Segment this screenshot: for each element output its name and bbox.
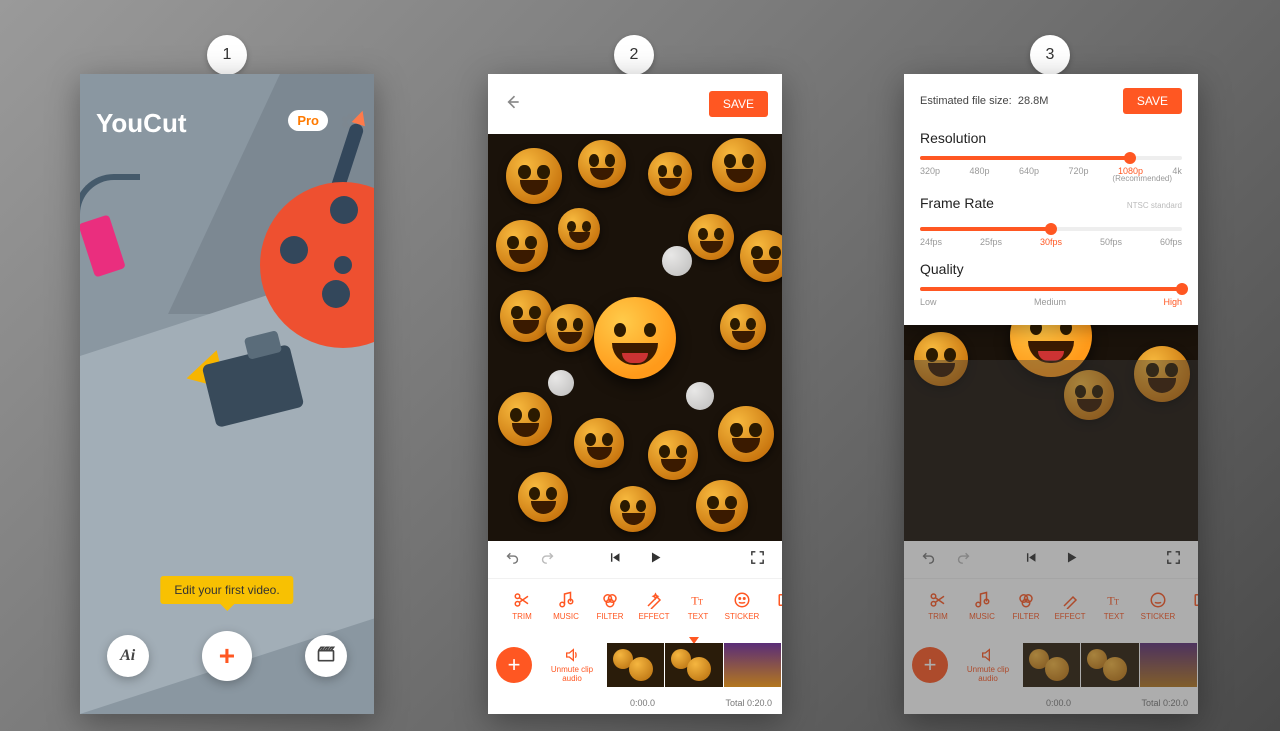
playback-controls xyxy=(488,541,782,578)
tool-filter[interactable]: FILTER xyxy=(588,591,632,621)
quality-slider[interactable] xyxy=(920,287,1182,291)
res-640p[interactable]: 640p xyxy=(1019,166,1039,176)
unmute-clip-button[interactable]: Unmute clip audio xyxy=(538,647,606,683)
timeline[interactable]: + Unmute clip audio xyxy=(488,632,782,698)
quality-low[interactable]: Low xyxy=(920,297,937,307)
quality-medium[interactable]: Medium xyxy=(1034,297,1066,307)
timeline-thumbnails[interactable] xyxy=(606,642,782,688)
fullscreen-icon[interactable] xyxy=(749,549,766,571)
home-illustration: YouCut Pro Edit your first video. Ai + xyxy=(80,74,374,714)
tool-music[interactable]: MUSIC xyxy=(544,591,588,621)
tool-text[interactable]: TTTEXT xyxy=(676,591,720,621)
step-badge-1: 1 xyxy=(207,35,247,75)
step-badge-1-label: 1 xyxy=(223,46,232,64)
fr-24[interactable]: 24fps xyxy=(920,237,942,247)
tool-trim-label: TRIM xyxy=(512,612,532,621)
framerate-slider[interactable] xyxy=(920,227,1182,231)
first-video-tooltip: Edit your first video. xyxy=(160,576,293,604)
modal-backdrop[interactable] xyxy=(904,360,1198,714)
timeline-thumb-1[interactable] xyxy=(607,643,664,687)
add-clip-button[interactable]: + xyxy=(496,647,532,683)
timeline-thumb-2[interactable] xyxy=(665,643,722,687)
tool-filter-label: FILTER xyxy=(597,612,624,621)
res-4k[interactable]: 4k xyxy=(1172,166,1182,176)
framerate-title: Frame Rate xyxy=(920,195,994,211)
step-badge-3-label: 3 xyxy=(1046,46,1055,64)
tool-text-label: TEXT xyxy=(688,612,708,621)
tool-trim[interactable]: TRIM xyxy=(500,591,544,621)
plus-icon: + xyxy=(508,652,521,678)
framerate-slider-handle[interactable] xyxy=(1045,223,1057,235)
step-badge-2: 2 xyxy=(614,35,654,75)
fr-60[interactable]: 60fps xyxy=(1160,237,1182,247)
step-badge-2-label: 2 xyxy=(630,46,639,64)
estimated-size-label: Estimated file size: xyxy=(920,95,1012,107)
timeline-labels: 0:00.0 Total 0:20.0 xyxy=(488,698,782,714)
new-project-button[interactable]: + xyxy=(202,631,252,681)
res-480p[interactable]: 480p xyxy=(969,166,989,176)
screen-export: TRIM MUSIC FILTER EFFECT TTTEXT STICKER … xyxy=(904,74,1198,714)
resolution-slider[interactable] xyxy=(920,156,1182,160)
estimated-size-value: 28.8M xyxy=(1018,95,1049,107)
tool-effect-label: EFFECT xyxy=(638,612,669,621)
export-panel: Estimated file size: 28.8M SAVE Resoluti… xyxy=(904,74,1198,325)
tool-sticker[interactable]: STICKER xyxy=(720,591,764,621)
ai-label: Ai xyxy=(120,647,135,665)
screen-home: YouCut Pro Edit your first video. Ai + xyxy=(80,74,374,714)
quality-title: Quality xyxy=(920,261,1182,277)
resolution-recommended-label: (Recommended) xyxy=(920,174,1172,183)
redo-icon[interactable] xyxy=(539,549,556,571)
quality-slider-handle[interactable] xyxy=(1176,283,1188,295)
fr-30[interactable]: 30fps xyxy=(1040,237,1062,247)
step-badge-3: 3 xyxy=(1030,35,1070,75)
clapperboard-icon xyxy=(316,644,336,669)
resolution-title: Resolution xyxy=(920,130,1182,146)
fr-50[interactable]: 50fps xyxy=(1100,237,1122,247)
screen-editor: SAVE xyxy=(488,74,782,714)
fr-25[interactable]: 25fps xyxy=(980,237,1002,247)
prev-frame-icon[interactable] xyxy=(606,549,623,571)
ntsc-label: NTSC standard xyxy=(1127,201,1182,210)
undo-icon[interactable] xyxy=(504,549,521,571)
home-dock: Ai + xyxy=(80,628,374,684)
framerate-ticks: 24fps 25fps 30fps 50fps 60fps xyxy=(920,237,1182,247)
pro-badge[interactable]: Pro xyxy=(288,110,328,131)
unmute-label-1: Unmute clip xyxy=(551,665,593,674)
tool-pip[interactable]: P xyxy=(764,591,782,621)
time-total-label: Total 0:20.0 xyxy=(725,698,772,714)
timeline-thumb-3[interactable] xyxy=(724,643,781,687)
app-logo: YouCut xyxy=(96,108,187,139)
time-start-label: 0:00.0 xyxy=(630,698,655,714)
resolution-slider-handle[interactable] xyxy=(1124,152,1136,164)
res-320p[interactable]: 320p xyxy=(920,166,940,176)
export-save-button[interactable]: SAVE xyxy=(1123,88,1182,114)
video-preview[interactable] xyxy=(488,134,782,541)
res-720p[interactable]: 720p xyxy=(1068,166,1088,176)
tools-strip[interactable]: TRIM MUSIC FILTER EFFECT TTTEXT STICKER … xyxy=(488,578,782,632)
tool-music-label: MUSIC xyxy=(553,612,579,621)
tool-effect[interactable]: EFFECT xyxy=(632,591,676,621)
ai-button[interactable]: Ai xyxy=(107,635,149,677)
save-button[interactable]: SAVE xyxy=(709,91,768,117)
plus-icon: + xyxy=(219,640,235,672)
drafts-button[interactable] xyxy=(305,635,347,677)
play-icon[interactable] xyxy=(647,549,664,571)
unmute-label-2: audio xyxy=(562,674,582,683)
back-icon[interactable] xyxy=(502,92,522,117)
quality-ticks: Low Medium High xyxy=(920,297,1182,307)
quality-high[interactable]: High xyxy=(1163,297,1182,307)
tool-sticker-label: STICKER xyxy=(725,612,760,621)
editor-header: SAVE xyxy=(488,74,782,134)
svg-text:T: T xyxy=(698,597,703,606)
